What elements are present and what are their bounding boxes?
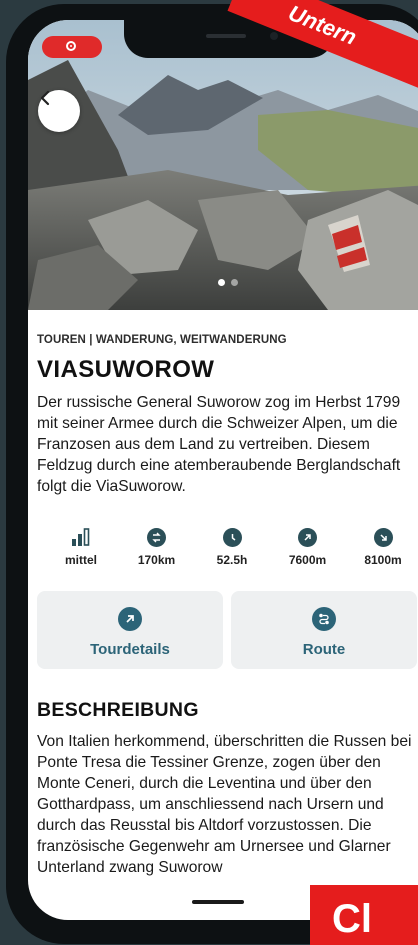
home-indicator[interactable] — [192, 900, 244, 904]
clock-icon — [222, 527, 242, 547]
stat-distance-value: 170km — [137, 553, 176, 567]
arrow-up-right-icon — [118, 607, 142, 631]
action-buttons: Tourdetails Route — [37, 591, 418, 669]
stat-descent: 8100m — [353, 527, 413, 567]
description-text: Von Italien herkommend, überschritten di… — [37, 733, 412, 876]
recording-indicator — [42, 36, 102, 58]
tour-content: TOUREN | WANDERUNG, WEITWANDERUNG VIASUW… — [28, 310, 418, 878]
tour-title: VIASUWOROW — [37, 356, 215, 383]
back-button[interactable] — [38, 90, 80, 132]
route-button[interactable]: Route — [231, 591, 417, 669]
description-heading: BESCHREIBUNG — [37, 699, 199, 721]
carousel-dots[interactable] — [218, 279, 238, 286]
app-screen: TOUREN | WANDERUNG, WEITWANDERUNG VIASUW… — [28, 20, 418, 920]
stat-ascent: 7600m — [278, 527, 338, 567]
tour-category: TOUREN | WANDERUNG, WEITWANDERUNG — [37, 334, 287, 346]
carousel-dot-active[interactable] — [218, 279, 225, 286]
overlay-cta-badge[interactable]: Cl — [310, 885, 418, 945]
route-label: Route — [302, 641, 346, 658]
tourdetails-label: Tourdetails — [90, 641, 170, 658]
stat-duration-value: 52.5h — [216, 553, 248, 567]
tour-stats: mittel 170km 52.5h 7600m 8100m — [37, 527, 418, 567]
stat-distance: 170km — [127, 527, 187, 567]
stat-descent-value: 8100m — [364, 553, 402, 567]
stat-difficulty: mittel — [51, 527, 111, 567]
descent-arrow-icon — [373, 527, 393, 547]
stat-duration: 52.5h — [202, 527, 262, 567]
tourdetails-button[interactable]: Tourdetails — [37, 591, 223, 669]
stat-difficulty-value: mittel — [64, 553, 97, 567]
ascent-arrow-icon — [298, 527, 317, 547]
route-icon — [312, 607, 336, 631]
chevron-left-icon — [40, 90, 50, 106]
difficulty-bars-icon — [71, 527, 91, 547]
stat-ascent-value: 7600m — [288, 553, 327, 567]
tour-intro: Der russische General Suworow zog im Her… — [37, 394, 401, 495]
distance-icon — [147, 527, 166, 547]
carousel-dot[interactable] — [231, 279, 238, 286]
